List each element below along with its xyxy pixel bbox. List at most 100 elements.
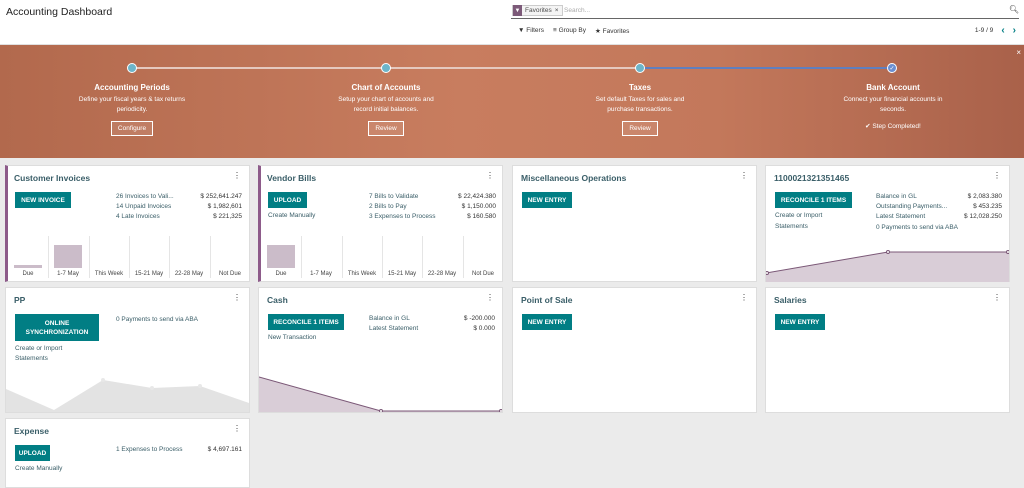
step-description: Connect your financial accounts in bbox=[843, 96, 943, 103]
step-chart-of-accounts: Chart of Accounts Setup your chart of ac… bbox=[311, 83, 461, 136]
stat-row[interactable]: Balance in GL $ 2,083.380 bbox=[876, 193, 1002, 200]
progress-line-done bbox=[640, 67, 892, 69]
search-bar[interactable]: ▼ Favorites × Search... 🔍︎ bbox=[511, 3, 1019, 19]
chart-tick-label: 1-7 May bbox=[310, 271, 332, 277]
chart-tick-label: 22-28 May bbox=[174, 271, 204, 277]
statements-link[interactable]: Statements bbox=[15, 354, 48, 364]
stat-row[interactable]: 2 Bills to Pay $ 1,150.000 bbox=[369, 203, 496, 210]
kebab-menu-icon[interactable]: ⋮ bbox=[233, 424, 241, 433]
facet-label: Favorites bbox=[525, 7, 552, 14]
stat-row[interactable]: Outstanding Payments... $ 453.235 bbox=[876, 203, 1002, 210]
journal-card-point-of-sale: Point of Sale ⋮ NEW ENTRY bbox=[512, 287, 757, 413]
stat-row[interactable]: 4 Late Invoices $ 221,325 bbox=[116, 213, 242, 220]
step-dot bbox=[635, 63, 645, 73]
stat-row[interactable]: 7 Bills to Validate $ 22,424.380 bbox=[369, 193, 496, 200]
search-icon[interactable]: 🔍︎ bbox=[1009, 5, 1019, 14]
step-description: purchase transactions. bbox=[607, 106, 673, 113]
card-title[interactable]: 1100021321351465 bbox=[774, 173, 849, 183]
pager-value[interactable]: 1-9 / 9 bbox=[975, 27, 993, 34]
upload-button[interactable]: UPLOAD bbox=[268, 192, 307, 208]
card-title[interactable]: Salaries bbox=[774, 295, 807, 305]
card-title[interactable]: Vendor Bills bbox=[267, 173, 316, 183]
chart-bar[interactable] bbox=[14, 265, 42, 268]
search-input[interactable]: Search... bbox=[564, 7, 590, 14]
step-title: Bank Account bbox=[866, 83, 920, 92]
chart-tick-label: 15-21 May bbox=[387, 271, 417, 277]
upload-button[interactable]: UPLOAD bbox=[15, 445, 50, 461]
star-icon: ★ bbox=[595, 28, 601, 35]
step-accounting-periods: Accounting Periods Define your fiscal ye… bbox=[57, 83, 207, 136]
chart-tick-label: 22-28 May bbox=[427, 271, 457, 277]
card-title[interactable]: Expense bbox=[14, 426, 49, 436]
journal-card-miscellaneous: Miscellaneous Operations ⋮ NEW ENTRY bbox=[512, 165, 757, 282]
create-manually-link[interactable]: Create Manually bbox=[268, 211, 315, 221]
step-description: Define your fiscal years & tax returns bbox=[78, 96, 186, 103]
create-import-link[interactable]: Create or Import bbox=[775, 211, 822, 221]
page-title: Accounting Dashboard bbox=[6, 6, 113, 18]
configure-button[interactable]: Configure bbox=[110, 121, 154, 136]
step-description: Set default Taxes for sales and bbox=[595, 96, 685, 103]
chart-bar[interactable] bbox=[54, 245, 82, 268]
chart-tick-label: 1-7 May bbox=[57, 271, 79, 277]
reconcile-button[interactable]: RECONCILE 1 ITEMS bbox=[775, 192, 852, 208]
stat-row[interactable]: 14 Unpaid Invoices $ 1,982,601 bbox=[116, 203, 242, 210]
new-transaction-link[interactable]: New Transaction bbox=[268, 333, 316, 343]
close-icon[interactable]: × bbox=[1016, 48, 1021, 57]
filters-button[interactable]: ▼ Filters bbox=[518, 27, 544, 35]
chart-tick-label: This Week bbox=[347, 271, 377, 277]
create-import-link[interactable]: Create or Import bbox=[15, 344, 62, 354]
card-title[interactable]: Customer Invoices bbox=[14, 173, 90, 183]
stat-row[interactable]: Latest Statement $ 0.000 bbox=[369, 325, 495, 332]
kebab-menu-icon[interactable]: ⋮ bbox=[740, 171, 748, 180]
step-done-icon: ✓ bbox=[887, 63, 897, 73]
pager-previous-icon[interactable]: ‹ bbox=[1001, 25, 1004, 36]
kebab-menu-icon[interactable]: ⋮ bbox=[993, 171, 1001, 180]
journal-card-pp: PP ⋮ ONLINE SYNCHRONIZATION Create or Imp… bbox=[5, 287, 250, 413]
reconcile-button[interactable]: RECONCILE 1 ITEMS bbox=[268, 314, 344, 330]
card-title[interactable]: Miscellaneous Operations bbox=[521, 173, 626, 183]
new-entry-button[interactable]: NEW ENTRY bbox=[775, 314, 825, 330]
chart-tick-label: 15-21 May bbox=[134, 271, 164, 277]
payments-link[interactable]: 0 Payments to send via ABA bbox=[116, 315, 198, 325]
step-title: Taxes bbox=[628, 83, 652, 92]
stat-row[interactable]: 1 Expenses to Process $ 4,697.161 bbox=[116, 446, 242, 453]
kebab-menu-icon[interactable]: ⋮ bbox=[740, 293, 748, 302]
search-facet[interactable]: ▼ Favorites × bbox=[512, 5, 563, 16]
chart-tick-label: Due bbox=[22, 271, 34, 277]
step-description: seconds. bbox=[879, 106, 907, 113]
cash-line-chart bbox=[259, 376, 502, 412]
review-button[interactable]: Review bbox=[622, 121, 658, 136]
card-title[interactable]: Cash bbox=[267, 295, 288, 305]
favorites-button[interactable]: ★ Favorites bbox=[595, 27, 629, 35]
pager-next-icon[interactable]: › bbox=[1013, 25, 1016, 36]
stat-row[interactable]: 3 Expenses to Process $ 160.580 bbox=[369, 213, 496, 220]
statements-link[interactable]: Statements bbox=[775, 222, 808, 232]
create-manually-link[interactable]: Create Manually bbox=[15, 464, 62, 474]
kebab-menu-icon[interactable]: ⋮ bbox=[233, 171, 241, 180]
new-entry-button[interactable]: NEW ENTRY bbox=[522, 314, 572, 330]
new-entry-button[interactable]: NEW ENTRY bbox=[522, 192, 572, 208]
filter-icon: ▼ bbox=[513, 5, 522, 16]
kebab-menu-icon[interactable]: ⋮ bbox=[486, 293, 494, 302]
chart-tick-label: Not Due bbox=[218, 271, 241, 277]
stat-row[interactable]: Balance in GL $ -200.000 bbox=[369, 315, 495, 322]
facet-remove-button[interactable]: × bbox=[555, 7, 562, 14]
payments-link[interactable]: 0 Payments to send via ABA bbox=[876, 223, 958, 233]
stat-row[interactable]: 26 Invoices to Vali... $ 252,641.247 bbox=[116, 193, 242, 200]
stat-row[interactable]: Latest Statement $ 12,028.250 bbox=[876, 213, 1002, 220]
control-panel: Accounting Dashboard ▼ Favorites × Searc… bbox=[0, 0, 1024, 45]
new-invoice-button[interactable]: NEW INVOICE bbox=[15, 192, 71, 208]
kebab-menu-icon[interactable]: ⋮ bbox=[486, 171, 494, 180]
review-button[interactable]: Review bbox=[368, 121, 404, 136]
group-by-button[interactable]: ≡ Group By bbox=[553, 27, 586, 35]
card-title[interactable]: PP bbox=[14, 295, 25, 305]
online-synchronization-button[interactable]: ONLINE SYNCHRONIZATION bbox=[15, 314, 99, 341]
kebab-menu-icon[interactable]: ⋮ bbox=[233, 293, 241, 302]
kebab-menu-icon[interactable]: ⋮ bbox=[993, 293, 1001, 302]
pager: 1-9 / 9 ‹ › bbox=[975, 25, 1016, 36]
chart-bar[interactable] bbox=[267, 245, 295, 268]
onboarding-banner: × ✓ Accounting Periods Define your fisca… bbox=[0, 45, 1024, 158]
filter-icon: ▼ bbox=[518, 27, 525, 34]
step-dot bbox=[127, 63, 137, 73]
card-title[interactable]: Point of Sale bbox=[521, 295, 572, 305]
